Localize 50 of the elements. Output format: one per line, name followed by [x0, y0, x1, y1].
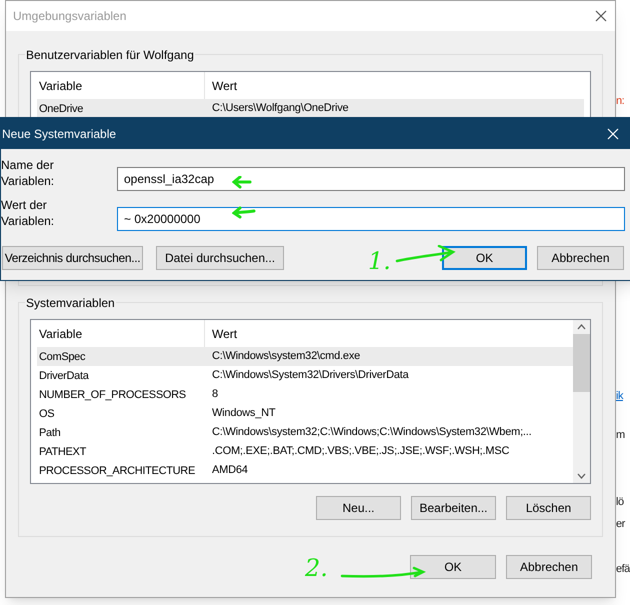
- table-cell: PATHEXT: [39, 446, 86, 458]
- table-cell: OS: [39, 408, 54, 420]
- annotation-arrow: [232, 176, 252, 189]
- window-title: Umgebungsvariablen: [13, 8, 126, 25]
- table-cell-text: C:\Windows\System32\Drivers\DriverData: [211, 368, 409, 384]
- button[interactable]: Verzeichnis durchsuchen...: [2, 246, 143, 270]
- background-text: m: [616, 428, 625, 443]
- button[interactable]: Neu...: [316, 496, 401, 520]
- input-field[interactable]: openssl_ia32cap: [117, 167, 625, 191]
- background-text: er: [616, 517, 625, 532]
- table-cell-text: Windows_NT: [211, 406, 276, 422]
- group-title: Benutzervariablen für Wolfgang: [25, 47, 195, 63]
- window-title: Neue Systemvariable: [1, 126, 116, 142]
- button[interactable]: Löschen: [506, 496, 591, 520]
- field-label: Wert der Variablen:: [1, 197, 56, 229]
- table-cell: NUMBER_OF_PROCESSORS: [39, 389, 186, 402]
- input-field[interactable]: ~ 0x20000000: [117, 207, 625, 231]
- annotation-arrow: [395, 245, 457, 265]
- table-cell: ComSpec: [39, 351, 86, 364]
- list-row[interactable]: ComSpec C:\Windows\system32\cmd.exe: [37, 347, 573, 366]
- scrollbar[interactable]: [573, 320, 590, 483]
- column-header[interactable]: Wert: [205, 76, 238, 94]
- background-text: ik: [616, 389, 623, 404]
- close-icon[interactable]: [595, 10, 607, 22]
- button[interactable]: OK: [442, 246, 527, 270]
- button[interactable]: Abbrechen: [537, 246, 624, 270]
- table-cell-text: 8: [211, 387, 218, 402]
- button[interactable]: Abbrechen: [506, 555, 592, 579]
- background-text: n:: [616, 94, 624, 109]
- field-label: Name der Variablen:: [1, 157, 56, 189]
- table-cell: DriverData: [39, 370, 89, 382]
- table-cell-text: .COM;.EXE;.BAT;.CMD;.VBS;.VBE;.JS;.JSE;.WSF;.WSH;.MSC: [211, 444, 510, 460]
- list-row[interactable]: OneDrive C:\Users\Wolfgang\OneDrive: [37, 99, 584, 118]
- annotation-arrow: [232, 206, 256, 219]
- table-cell: OneDrive: [39, 103, 84, 116]
- table-cell-text: C:\Windows\system32;C:\Windows;C:\Windows\System32\Wbem;...: [211, 425, 532, 440]
- background-text: efä: [616, 562, 630, 577]
- background-text: lö: [616, 495, 624, 510]
- table-cell-text: C:\Users\Wolfgang\OneDrive: [211, 101, 348, 116]
- group-title: Systemvariablen: [25, 295, 116, 311]
- button[interactable]: Bearbeiten...: [411, 496, 496, 520]
- annotation-label: 1.: [368, 248, 391, 274]
- table-cell: PROCESSOR_ARCHITECTURE: [39, 465, 195, 478]
- table-cell-text: AMD64: [211, 463, 248, 478]
- table-cell-text: C:\Windows\system32\cmd.exe: [211, 349, 360, 364]
- column-header[interactable]: Wert: [205, 324, 238, 342]
- button[interactable]: Datei durchsuchen...: [156, 246, 284, 270]
- button[interactable]: OK: [410, 555, 496, 579]
- annotation-label: 2.: [305, 555, 328, 581]
- table-cell: Path: [39, 427, 60, 440]
